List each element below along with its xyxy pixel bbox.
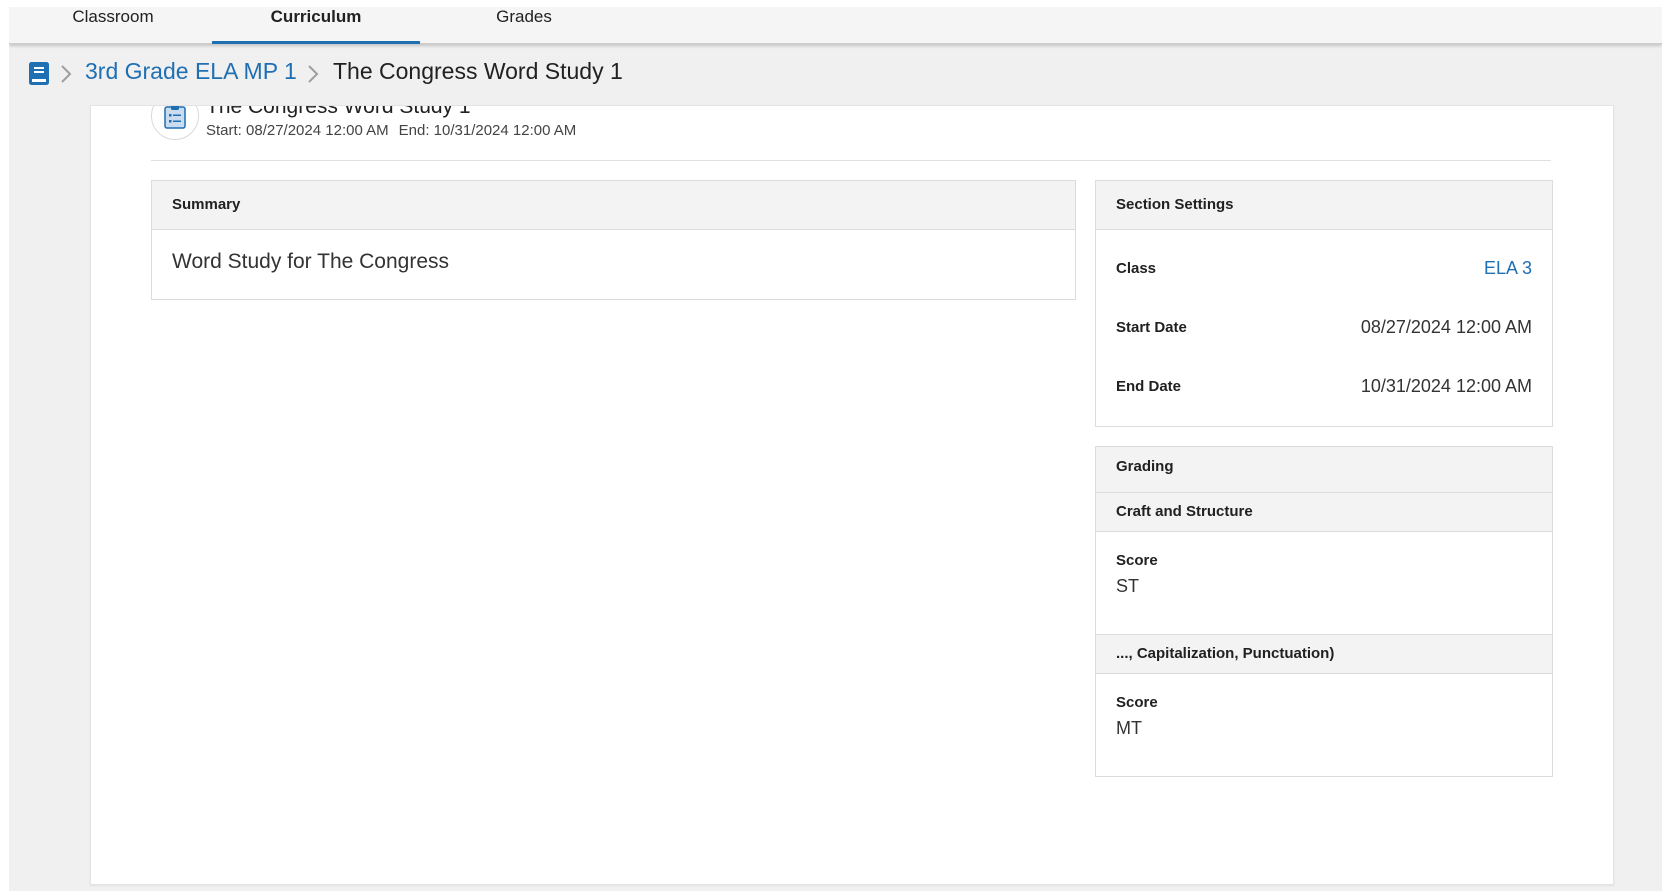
- tab-curriculum[interactable]: Curriculum: [212, 7, 420, 44]
- chevron-right-icon: [308, 65, 319, 83]
- grading-heading: Grading: [1096, 447, 1552, 493]
- assignment-end-date: End: 10/31/2024 12:00 AM: [398, 122, 577, 139]
- clipboard-icon: [164, 106, 186, 129]
- assignment-icon-badge: [151, 106, 199, 140]
- grade-block: Score MT: [1096, 674, 1552, 776]
- grading-panel: Grading Craft and Structure Score ST ...…: [1095, 446, 1553, 777]
- tab-grades[interactable]: Grades: [420, 7, 628, 43]
- divider: [151, 160, 1551, 161]
- grading-standard-title: Craft and Structure: [1096, 493, 1552, 532]
- assignment-start-date: Start: 08/27/2024 12:00 AM: [206, 122, 389, 139]
- settings-row-end-date: End Date 10/31/2024 12:00 AM: [1096, 358, 1552, 417]
- grading-standard-title: ..., Capitalization, Punctuation): [1096, 634, 1552, 674]
- grade-block: Score ST: [1096, 532, 1552, 634]
- score-value: ST: [1116, 576, 1140, 596]
- tab-grades-label: Grades: [496, 7, 552, 26]
- section-settings-heading: Section Settings: [1096, 181, 1552, 230]
- assignment-title: The Congress Word Study 1: [206, 105, 471, 118]
- score-value: MT: [1116, 718, 1142, 738]
- section-settings-panel: Section Settings Class ELA 3 Start Date …: [1095, 180, 1553, 427]
- end-date-label: End Date: [1116, 378, 1182, 395]
- summary-text: Word Study for The Congress: [172, 250, 450, 273]
- start-date-value: 08/27/2024 12:00 AM: [1360, 317, 1532, 337]
- book-icon[interactable]: [28, 61, 50, 86]
- breadcrumb: 3rd Grade ELA MP 1 The Congress Word Stu…: [9, 57, 1662, 87]
- end-date-value: 10/31/2024 12:00 AM: [1360, 376, 1532, 396]
- tab-curriculum-label: Curriculum: [270, 7, 362, 26]
- top-tab-bar: Classroom Curriculum Grades: [9, 7, 1662, 44]
- tab-classroom-label: Classroom: [72, 7, 154, 26]
- chevron-right-icon: [61, 65, 72, 83]
- summary-panel: Summary Word Study for The Congress: [151, 180, 1076, 300]
- assignment-dates: Start: 08/27/2024 12:00 AM End: 10/31/202…: [206, 122, 576, 139]
- tab-classroom[interactable]: Classroom: [9, 7, 217, 43]
- summary-heading: Summary: [152, 181, 1075, 230]
- settings-row-start-date: Start Date 08/27/2024 12:00 AM: [1096, 299, 1552, 358]
- class-label: Class: [1116, 260, 1157, 277]
- start-date-label: Start Date: [1116, 319, 1187, 336]
- assignment-card: The Congress Word Study 1 Start: 08/27/2…: [90, 105, 1614, 885]
- settings-row-class: Class ELA 3: [1096, 240, 1552, 299]
- class-value-link[interactable]: ELA 3: [1484, 258, 1532, 279]
- breadcrumb-current: The Congress Word Study 1: [333, 58, 623, 84]
- breadcrumb-parent-link[interactable]: 3rd Grade ELA MP 1: [85, 58, 297, 85]
- score-label: Score: [1116, 552, 1158, 569]
- score-label: Score: [1116, 694, 1158, 711]
- app-frame: Classroom Curriculum Grades 3rd Grade EL…: [9, 7, 1662, 891]
